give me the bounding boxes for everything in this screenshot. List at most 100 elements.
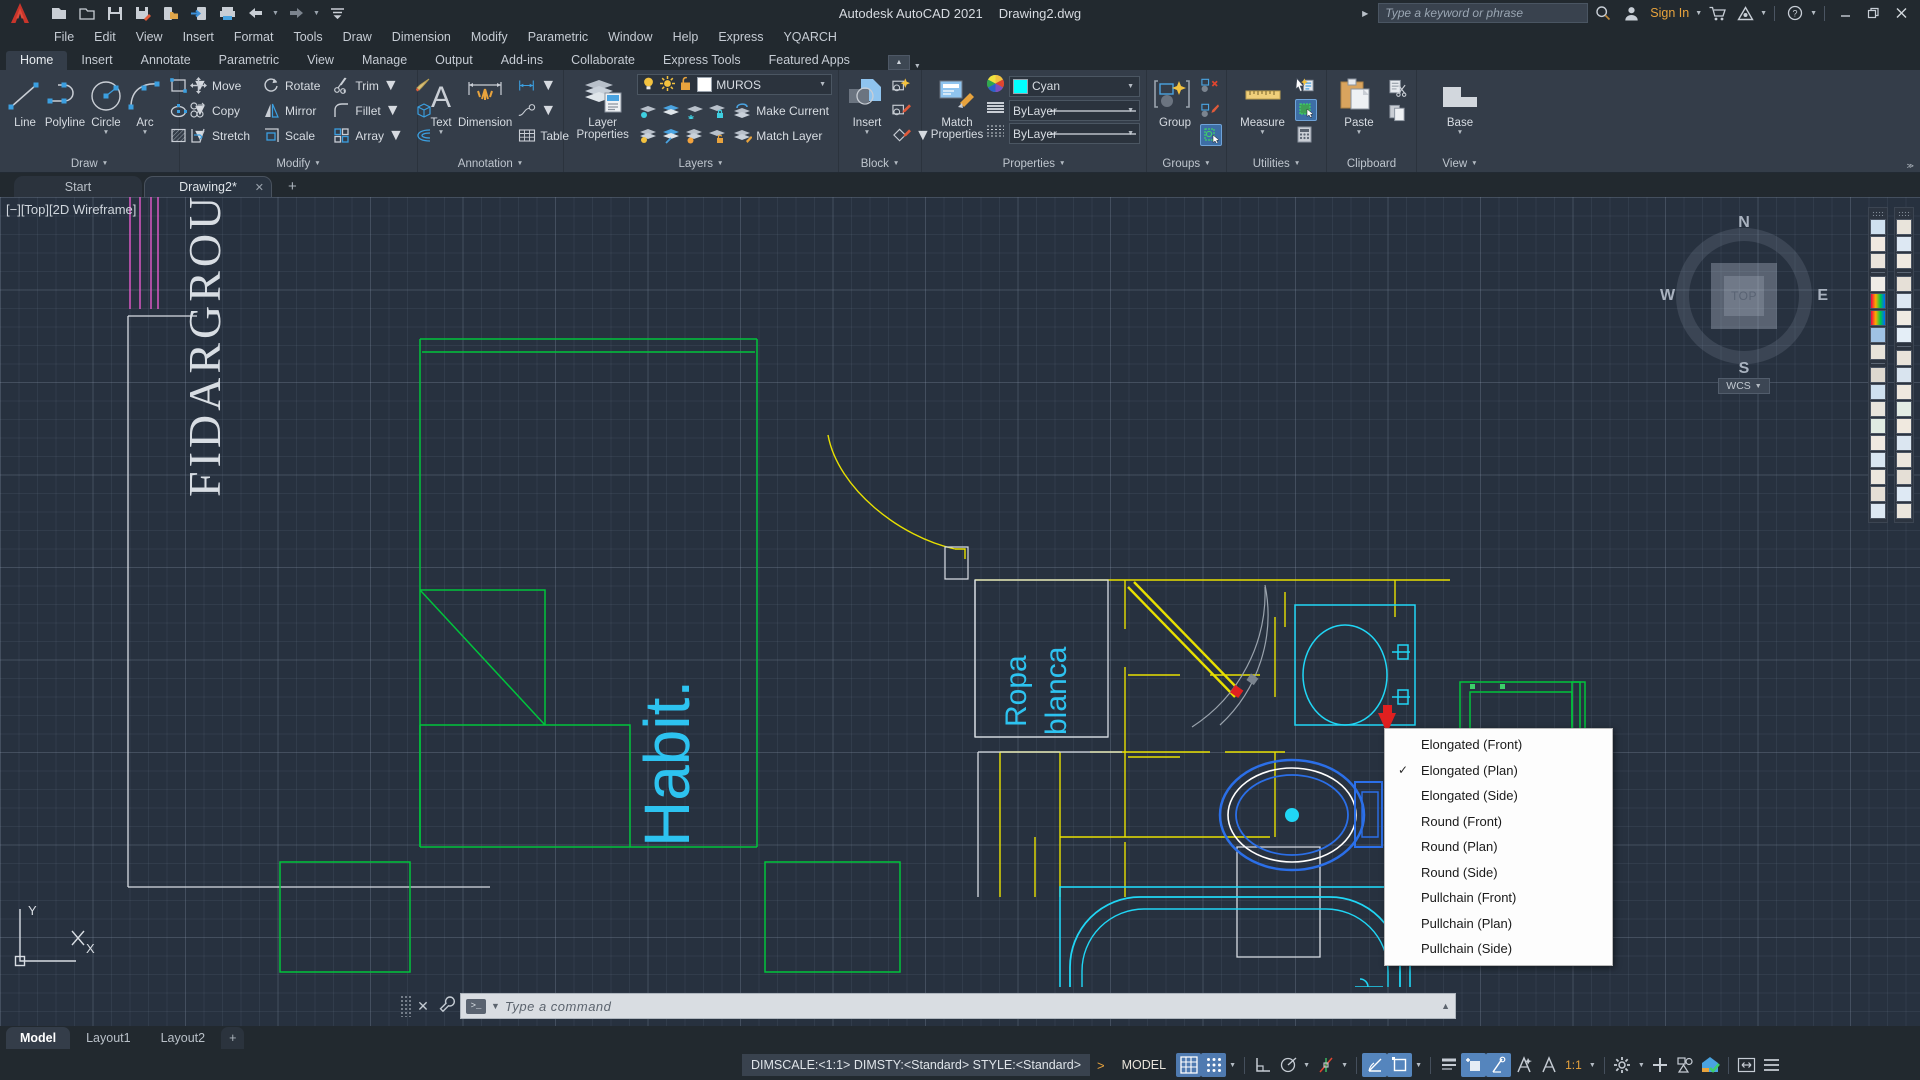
menu-item-help[interactable]: Help	[663, 28, 709, 46]
panel-title-properties[interactable]: Properties ▼	[924, 155, 1144, 172]
close-icon[interactable]: ✕	[255, 181, 264, 194]
arc-button[interactable]: Arc ▼	[126, 73, 164, 136]
workspace-switching-button[interactable]	[1610, 1053, 1635, 1077]
group-edit-button[interactable]	[1197, 98, 1225, 123]
lightbulb-on-icon[interactable]	[641, 76, 656, 94]
minimize-button[interactable]	[1832, 1, 1858, 25]
snap-dropdown-icon[interactable]: ▼	[1226, 1053, 1239, 1077]
tool-icon-11[interactable]	[1870, 401, 1886, 417]
context-menu-item-4[interactable]: Round (Plan)	[1385, 834, 1612, 860]
view-cube[interactable]: TOP N S E W	[1660, 214, 1828, 378]
color-wheel-icon[interactable]	[986, 74, 1005, 98]
panel-title-annotation[interactable]: Annotation ▼	[420, 155, 561, 172]
arc-dropdown-icon[interactable]: ▼	[142, 129, 148, 136]
text-button[interactable]: A Text ▼	[424, 73, 458, 136]
context-menu-item-7[interactable]: Pullchain (Plan)	[1385, 911, 1612, 937]
calculator-button[interactable]	[1292, 122, 1320, 147]
group-button[interactable]: Group	[1153, 73, 1197, 129]
tool-icon-17[interactable]	[1870, 503, 1886, 519]
array-dropdown-icon[interactable]: ▼	[388, 127, 404, 145]
base-view-dropdown-icon[interactable]: ▼	[1457, 129, 1463, 136]
make-current-button[interactable]: Make Current	[730, 98, 832, 123]
context-menu-item-1[interactable]: ✓ Elongated (Plan)	[1385, 758, 1612, 784]
polar-tracking-toggle[interactable]	[1275, 1053, 1300, 1077]
menu-item-window[interactable]: Window	[598, 28, 662, 46]
right-toolbar-2[interactable]	[1894, 207, 1914, 523]
tab-annotate[interactable]: Annotate	[127, 51, 205, 70]
measure-button[interactable]: Measure ▼	[1233, 73, 1292, 136]
snap-mode-toggle[interactable]	[1201, 1053, 1227, 1077]
tool-icon-8[interactable]	[1870, 344, 1886, 360]
tool2-icon-11[interactable]	[1896, 401, 1912, 417]
wcs-selector[interactable]: WCS ▼	[1718, 378, 1770, 394]
dynamic-ucs-toggle[interactable]	[1387, 1053, 1413, 1077]
fillet-button[interactable]: Fillet ▼	[329, 98, 407, 123]
trim-button[interactable]: Trim ▼	[329, 73, 407, 98]
new-file-tab-button[interactable]: +	[274, 176, 311, 197]
autodesk-app-icon[interactable]	[1732, 1, 1758, 25]
graphics-performance-button[interactable]	[1698, 1053, 1723, 1077]
view-cube-east-label[interactable]: E	[1817, 287, 1828, 305]
annotation-visibility-toggle[interactable]	[1511, 1053, 1536, 1077]
tool-icon-10[interactable]	[1870, 384, 1886, 400]
layer-freeze-snowflake-icon[interactable]	[683, 100, 705, 122]
menu-item-yqarch[interactable]: YQARCH	[773, 28, 846, 46]
tool2-icon-13[interactable]	[1896, 435, 1912, 451]
menu-item-view[interactable]: View	[126, 28, 173, 46]
dimension-button[interactable]: Dimension	[458, 73, 512, 129]
object-snap-dropdown-icon[interactable]: ▼	[1338, 1053, 1351, 1077]
workspace-dropdown-icon[interactable]: ▼	[1635, 1053, 1648, 1077]
customize-qat-icon[interactable]	[324, 1, 350, 25]
undo-dropdown-icon[interactable]: ▼	[270, 1, 281, 25]
menu-item-draw[interactable]: Draw	[333, 28, 382, 46]
panel-title-block[interactable]: Block ▼	[841, 155, 919, 172]
tool2-icon-9[interactable]	[1896, 367, 1912, 383]
tab-output[interactable]: Output	[421, 51, 487, 70]
tool-icon-16[interactable]	[1870, 486, 1886, 502]
ribbon-panel-overflow-icon[interactable]: ≫	[1907, 162, 1914, 170]
view-cube-face-top[interactable]: TOP	[1711, 263, 1777, 329]
lineweight-toggle[interactable]	[1436, 1053, 1461, 1077]
tab-insert[interactable]: Insert	[67, 51, 126, 70]
context-menu-item-3[interactable]: Round (Front)	[1385, 809, 1612, 835]
tool-icon-7[interactable]	[1870, 327, 1886, 343]
drawing-canvas[interactable]: FIDARGROUPS Habit. Ropa blanca [−][Top][…	[0, 197, 1920, 1026]
paste-dropdown-icon[interactable]: ▼	[1356, 129, 1362, 136]
tool-icon-9[interactable]	[1870, 367, 1886, 383]
help-dropdown-icon[interactable]: ▼	[1810, 10, 1817, 17]
tab-featured-apps[interactable]: Featured Apps	[755, 51, 864, 70]
match-properties-button[interactable]: Match Properties	[928, 73, 986, 141]
open-from-web-icon[interactable]	[186, 1, 212, 25]
fullscreen-toggle[interactable]	[1734, 1053, 1759, 1077]
group-selection-toggle[interactable]	[1200, 124, 1222, 146]
object-snap-tracking-toggle[interactable]	[1362, 1053, 1388, 1077]
tool-icon-2[interactable]	[1870, 236, 1886, 252]
tool2-icon-12[interactable]	[1896, 418, 1912, 434]
plot-icon[interactable]	[214, 1, 240, 25]
cut-button[interactable]	[1385, 75, 1410, 100]
layout-tab-layout2[interactable]: Layout2	[147, 1027, 219, 1049]
layer-unlock-icon[interactable]	[706, 125, 728, 147]
layer-properties-button[interactable]: Layer Properties	[570, 73, 635, 141]
layout-tab-layout1[interactable]: Layout1	[72, 1027, 144, 1049]
circle-dropdown-icon[interactable]: ▼	[103, 129, 109, 136]
base-view-button[interactable]: Base ▼	[1429, 73, 1491, 136]
paste-button[interactable]: Paste ▼	[1333, 73, 1385, 136]
rotate-button[interactable]: Rotate	[259, 73, 323, 98]
status-expand-icon[interactable]: >	[1090, 1058, 1112, 1073]
linear-dimension-dropdown-icon[interactable]: ▼	[540, 77, 556, 95]
tool2-icon-14[interactable]	[1896, 452, 1912, 468]
tool2-icon-10[interactable]	[1896, 384, 1912, 400]
menu-item-format[interactable]: Format	[224, 28, 284, 46]
command-line-settings-icon[interactable]	[434, 996, 460, 1016]
redo-icon[interactable]	[283, 1, 309, 25]
command-expand-icon[interactable]: ▲	[1441, 1001, 1450, 1011]
tool-icon-14[interactable]	[1870, 452, 1886, 468]
grid-mode-toggle[interactable]	[1176, 1053, 1202, 1077]
panel-title-groups[interactable]: Groups ▼	[1149, 155, 1224, 172]
sign-in-button[interactable]: Sign In	[1646, 6, 1693, 20]
menu-item-dimension[interactable]: Dimension	[382, 28, 461, 46]
view-cube-south-label[interactable]: S	[1739, 360, 1750, 378]
tab-add-ins[interactable]: Add-ins	[487, 51, 557, 70]
menu-item-modify[interactable]: Modify	[461, 28, 518, 46]
